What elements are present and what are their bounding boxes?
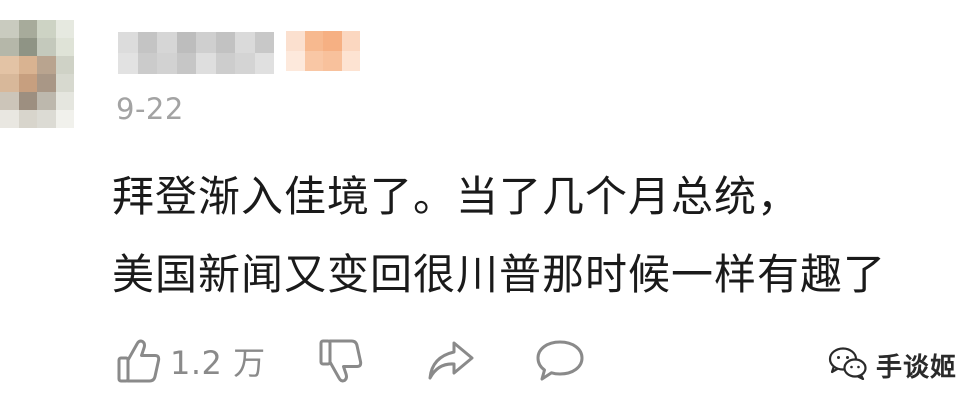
comment-line: 拜登渐入佳境了。当了几个月总统， <box>112 172 801 221</box>
watermark-text: 手谈姬 <box>875 352 957 383</box>
thumbs-up-icon <box>116 337 162 385</box>
dislike-button[interactable] <box>318 336 364 386</box>
comment-bubble-icon <box>534 338 586 384</box>
avatar[interactable] <box>0 20 74 128</box>
reply-button[interactable] <box>534 336 586 386</box>
username-obscured[interactable] <box>118 32 274 74</box>
wechat-logo-icon <box>828 346 868 384</box>
thumbs-down-icon <box>318 337 364 385</box>
comment-line: 美国新闻又变回很川普那时候一样有趣了 <box>112 250 887 299</box>
share-button[interactable] <box>426 336 476 386</box>
watermark: 手谈姬 <box>828 346 957 384</box>
like-count: 1.2 万 <box>170 344 266 382</box>
like-button[interactable]: 1.2 万 <box>116 336 266 386</box>
share-icon <box>426 339 476 383</box>
comment-text: 拜登渐入佳境了。当了几个月总统， 美国新闻又变回很川普那时候一样有趣了 <box>112 158 952 314</box>
user-badge-obscured <box>286 31 360 71</box>
comment-date: 9-22 <box>116 92 184 126</box>
